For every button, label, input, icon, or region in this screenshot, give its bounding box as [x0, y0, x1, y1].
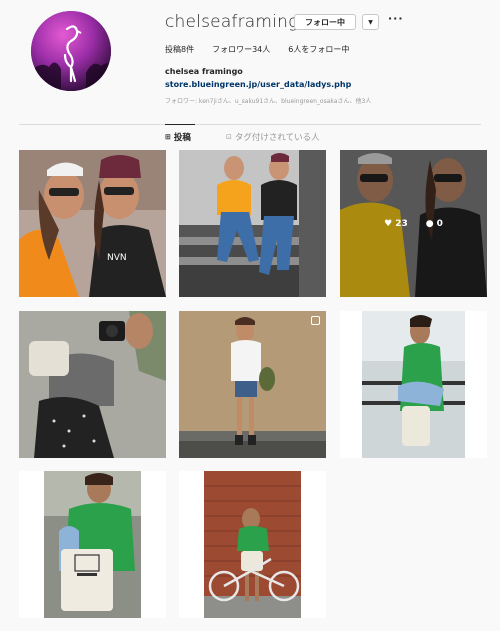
- tab-tagged-label: タグ付けされている人: [234, 133, 320, 143]
- post-thumbnail[interactable]: [179, 150, 326, 297]
- post-image: [19, 471, 166, 618]
- post-thumbnail-multi[interactable]: [179, 311, 326, 458]
- posts-count: 投稿8件: [165, 45, 195, 54]
- post-thumbnail[interactable]: NVN: [19, 150, 166, 297]
- chevron-down-icon: ▼: [368, 18, 373, 26]
- following-button[interactable]: フォロー中: [294, 14, 356, 30]
- comments-count: 0: [436, 218, 443, 229]
- active-tab-indicator: [165, 124, 195, 125]
- multiple-photos-icon: [311, 316, 320, 325]
- followers-count[interactable]: フォロワー34人: [212, 44, 270, 55]
- post-image: [340, 311, 487, 458]
- post-thumbnail[interactable]: [340, 311, 487, 458]
- tab-posts[interactable]: ⊞ 投稿: [165, 131, 191, 143]
- post-thumbnail[interactable]: [179, 471, 326, 618]
- followed-by-text[interactable]: フォロワー: ken7jiさん、u_saku91さん、blueingreen_o…: [165, 96, 371, 105]
- tab-tagged[interactable]: ⊡ タグ付けされている人: [226, 131, 320, 143]
- post-image: [179, 471, 326, 618]
- grid-icon: ⊞: [165, 133, 171, 141]
- post-image: [19, 311, 166, 458]
- likes-count: 23: [395, 218, 408, 229]
- flamingo-logo-image: [31, 11, 111, 91]
- profile-stats: 投稿8件 フォロワー34人 6人をフォロー中: [165, 44, 367, 55]
- post-image: NVN: [19, 150, 166, 297]
- profile-avatar[interactable]: [31, 11, 111, 91]
- post-thumbnail[interactable]: [19, 471, 166, 618]
- more-options-icon[interactable]: ···: [388, 12, 404, 25]
- suggestions-dropdown-button[interactable]: ▼: [362, 14, 379, 30]
- post-thumbnail[interactable]: [19, 311, 166, 458]
- post-image: [179, 150, 326, 297]
- tab-posts-label: 投稿: [173, 133, 191, 143]
- likes-stat: ♥ 23: [384, 219, 408, 229]
- post-thumbnail-hovered[interactable]: ♥ 23 ● 0: [340, 150, 487, 297]
- comments-stat: ● 0: [426, 219, 443, 229]
- profile-full-name: chelsea framingo: [165, 67, 243, 76]
- comment-icon: ●: [425, 218, 434, 229]
- tag-icon: ⊡: [226, 133, 232, 141]
- tabs-divider: [19, 124, 481, 125]
- profile-username: chelseaframingo: [165, 12, 310, 32]
- svg-text:NVN: NVN: [107, 253, 127, 263]
- post-image: [179, 311, 326, 458]
- post-hover-overlay: ♥ 23 ● 0: [340, 150, 487, 297]
- following-count[interactable]: 6人をフォロー中: [288, 44, 349, 55]
- profile-website-link[interactable]: store.blueingreen.jp/user_data/ladys.php: [165, 80, 351, 89]
- heart-icon: ♥: [384, 218, 393, 229]
